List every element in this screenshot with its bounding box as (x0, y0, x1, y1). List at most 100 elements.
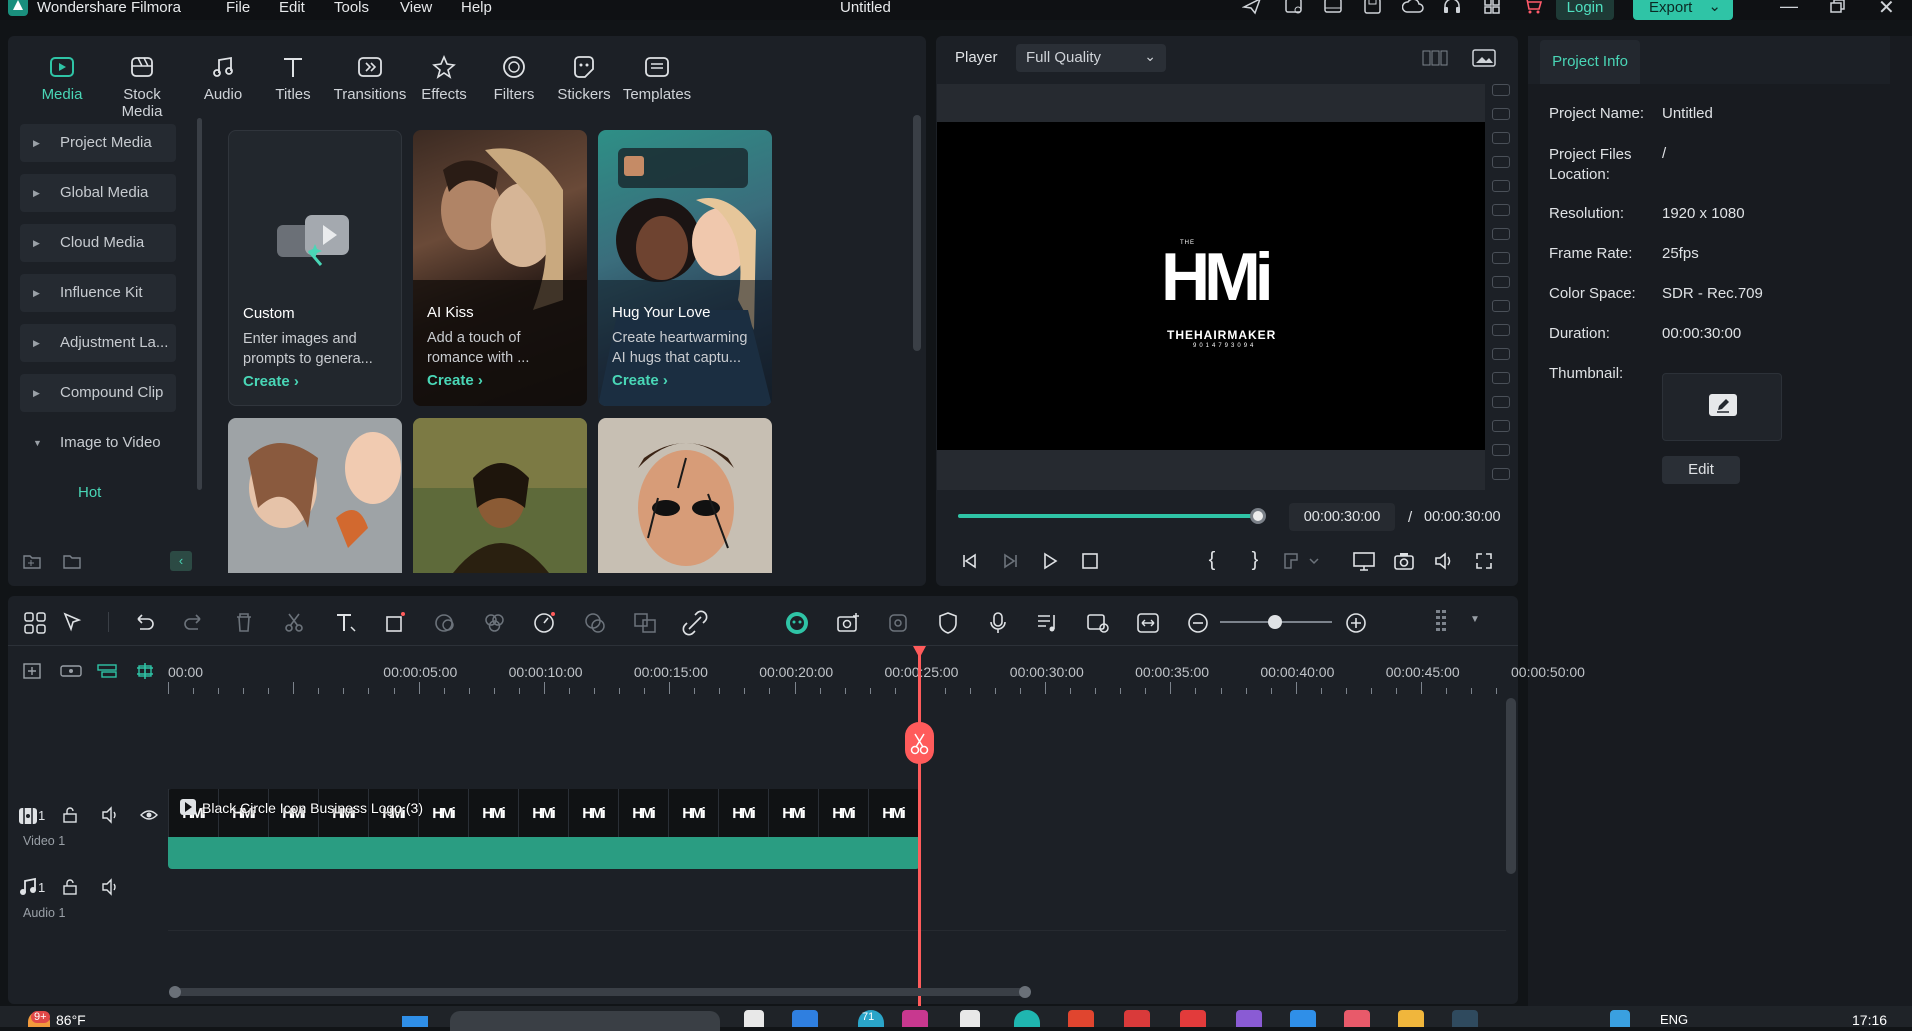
thumbnail-edit-button[interactable]: Edit (1662, 456, 1740, 484)
speaker-icon[interactable] (101, 806, 119, 824)
progress-knob[interactable] (1250, 508, 1266, 524)
caret-down-icon[interactable]: ▼ (1470, 614, 1480, 625)
new-folder-icon[interactable] (22, 552, 42, 570)
tab-titles[interactable]: Titles (253, 52, 333, 103)
stabilize-icon[interactable] (883, 608, 913, 638)
tab-media[interactable]: Media (22, 52, 102, 103)
camera-add-icon[interactable] (833, 608, 863, 638)
volume-icon[interactable] (1432, 549, 1456, 573)
template-card-custom[interactable]: Custom Enter images and prompts to gener… (228, 130, 402, 406)
tab-audio[interactable]: Audio (183, 52, 263, 103)
visual-studio-icon[interactable] (1236, 1010, 1262, 1027)
link-track-icon[interactable] (59, 662, 83, 680)
sidebar-item-project-media[interactable]: ▶ Project Media (20, 124, 176, 162)
clock[interactable]: 17:16 (1852, 1012, 1887, 1028)
microphone-icon[interactable] (983, 608, 1013, 638)
prev-frame-icon[interactable] (958, 549, 982, 573)
zoom-slider-knob[interactable] (1268, 615, 1282, 629)
folder-taskbar-icon[interactable] (1398, 1010, 1424, 1027)
current-time-display[interactable]: 00:00:30:00 (1289, 503, 1395, 531)
ai-translate-icon[interactable] (630, 608, 660, 638)
collapse-sidebar-button[interactable]: ‹ (170, 551, 192, 571)
language-indicator[interactable]: ENG (1660, 1012, 1688, 1027)
folder-icon[interactable] (62, 552, 82, 570)
sidebar-hot-item[interactable]: Hot (78, 484, 101, 501)
hscroll-left-knob[interactable] (169, 986, 181, 998)
snap-icon[interactable] (134, 662, 156, 680)
select-tool-icon[interactable] (58, 608, 88, 638)
mark-out-icon[interactable]: } (1243, 547, 1267, 573)
audio-mix-icon[interactable] (1033, 608, 1063, 638)
insert-icon[interactable] (1282, 549, 1322, 573)
tab-stock-media[interactable]: Stock Media (102, 52, 182, 120)
instagram-icon[interactable] (902, 1010, 928, 1027)
card-create-link[interactable]: Create › (243, 373, 299, 390)
sidebar-scrollbar[interactable] (197, 118, 202, 490)
template-card-image-5[interactable] (413, 418, 587, 573)
template-card-image-6[interactable] (598, 418, 772, 573)
stop-icon[interactable] (1078, 549, 1102, 573)
detach-icon[interactable] (680, 608, 710, 638)
cloud-upload-icon[interactable] (1402, 0, 1424, 15)
filmora-taskbar-icon[interactable] (1452, 1010, 1478, 1027)
file-icon[interactable] (744, 1010, 764, 1027)
sidebar-item-adjustment-la[interactable]: ▶ Adjustment La... (20, 324, 176, 362)
project-settings-icon[interactable] (1284, 0, 1304, 15)
timeline-ruler[interactable]: 00:00 00:00:05:00 00:00:10:00 00:00:15:00 00… (168, 654, 1585, 698)
template-card-image-4[interactable] (228, 418, 402, 573)
auto-reframe-icon[interactable] (1083, 608, 1113, 638)
paint-icon[interactable] (1344, 1010, 1370, 1027)
sidebar-item-global-media[interactable]: ▶ Global Media (20, 174, 176, 212)
display-icon[interactable] (1351, 549, 1377, 573)
menu-edit[interactable]: Edit (279, 0, 305, 16)
color-icon[interactable] (480, 608, 510, 638)
sidebar-item-cloud-media[interactable]: ▶ Cloud Media (20, 224, 176, 262)
add-track-icon[interactable] (22, 662, 42, 680)
grid-apps-icon[interactable] (1482, 0, 1502, 15)
hscroll-right-knob[interactable] (1019, 986, 1031, 998)
save-icon[interactable] (1363, 0, 1383, 15)
timeline-vscrollbar[interactable] (1506, 698, 1516, 874)
timeline-hscrollbar[interactable] (169, 986, 1031, 998)
gmail-icon[interactable] (1124, 1010, 1150, 1027)
edge-icon[interactable] (792, 1010, 818, 1027)
track-layout-icon[interactable] (96, 662, 118, 680)
cart-icon[interactable] (1523, 0, 1543, 15)
audio-speaker-icon[interactable] (101, 878, 119, 896)
sidebar-item-compound-clip[interactable]: ▶ Compound Clip (20, 374, 176, 412)
media-scrollbar[interactable] (913, 115, 921, 351)
ai-speed-icon[interactable] (530, 608, 560, 638)
quality-dropdown[interactable]: Full Quality ⌄ (1016, 44, 1166, 72)
menu-help[interactable]: Help (461, 0, 492, 16)
thumbnail-box[interactable] (1662, 373, 1782, 441)
mask-icon[interactable] (430, 608, 460, 638)
eye-icon[interactable] (140, 808, 158, 822)
layout-icon[interactable] (1323, 0, 1343, 15)
tab-transitions[interactable]: Transitions (330, 52, 410, 103)
minimize-icon[interactable]: — (1780, 0, 1798, 17)
ai-edit-icon[interactable] (580, 608, 610, 638)
zoom-in-icon[interactable] (1341, 608, 1371, 638)
tab-effects[interactable]: Effects (404, 52, 484, 103)
template-card-ai-kiss[interactable]: AI Kiss Add a touch of romance with ... … (413, 130, 587, 406)
playhead-line[interactable] (918, 650, 921, 1006)
camera-icon[interactable] (1392, 549, 1416, 573)
delete-icon[interactable] (229, 608, 259, 638)
lock-icon[interactable] (62, 807, 78, 823)
close-icon[interactable]: ✕ (1878, 0, 1895, 20)
progress-bar[interactable] (958, 508, 1266, 524)
network-icon[interactable] (1610, 1010, 1630, 1027)
timeline-settings-icon[interactable] (1434, 608, 1454, 634)
tab-project-info[interactable]: Project Info (1540, 40, 1640, 84)
grid-view-icon[interactable] (1422, 50, 1448, 66)
card-create-link[interactable]: Create › (612, 372, 668, 389)
play-icon[interactable] (1038, 549, 1062, 573)
mark-in-icon[interactable]: { (1200, 547, 1224, 573)
template-card-hug-your-love[interactable]: Hug Your Love Create heartwarming AI hug… (598, 130, 772, 406)
next-frame-icon[interactable] (998, 549, 1022, 573)
app-diamond-icon[interactable] (1180, 1010, 1206, 1027)
crop-icon[interactable] (380, 608, 410, 638)
split-scissors-icon[interactable] (905, 722, 934, 764)
redo-icon[interactable] (179, 608, 209, 638)
card-create-link[interactable]: Create › (427, 372, 483, 389)
